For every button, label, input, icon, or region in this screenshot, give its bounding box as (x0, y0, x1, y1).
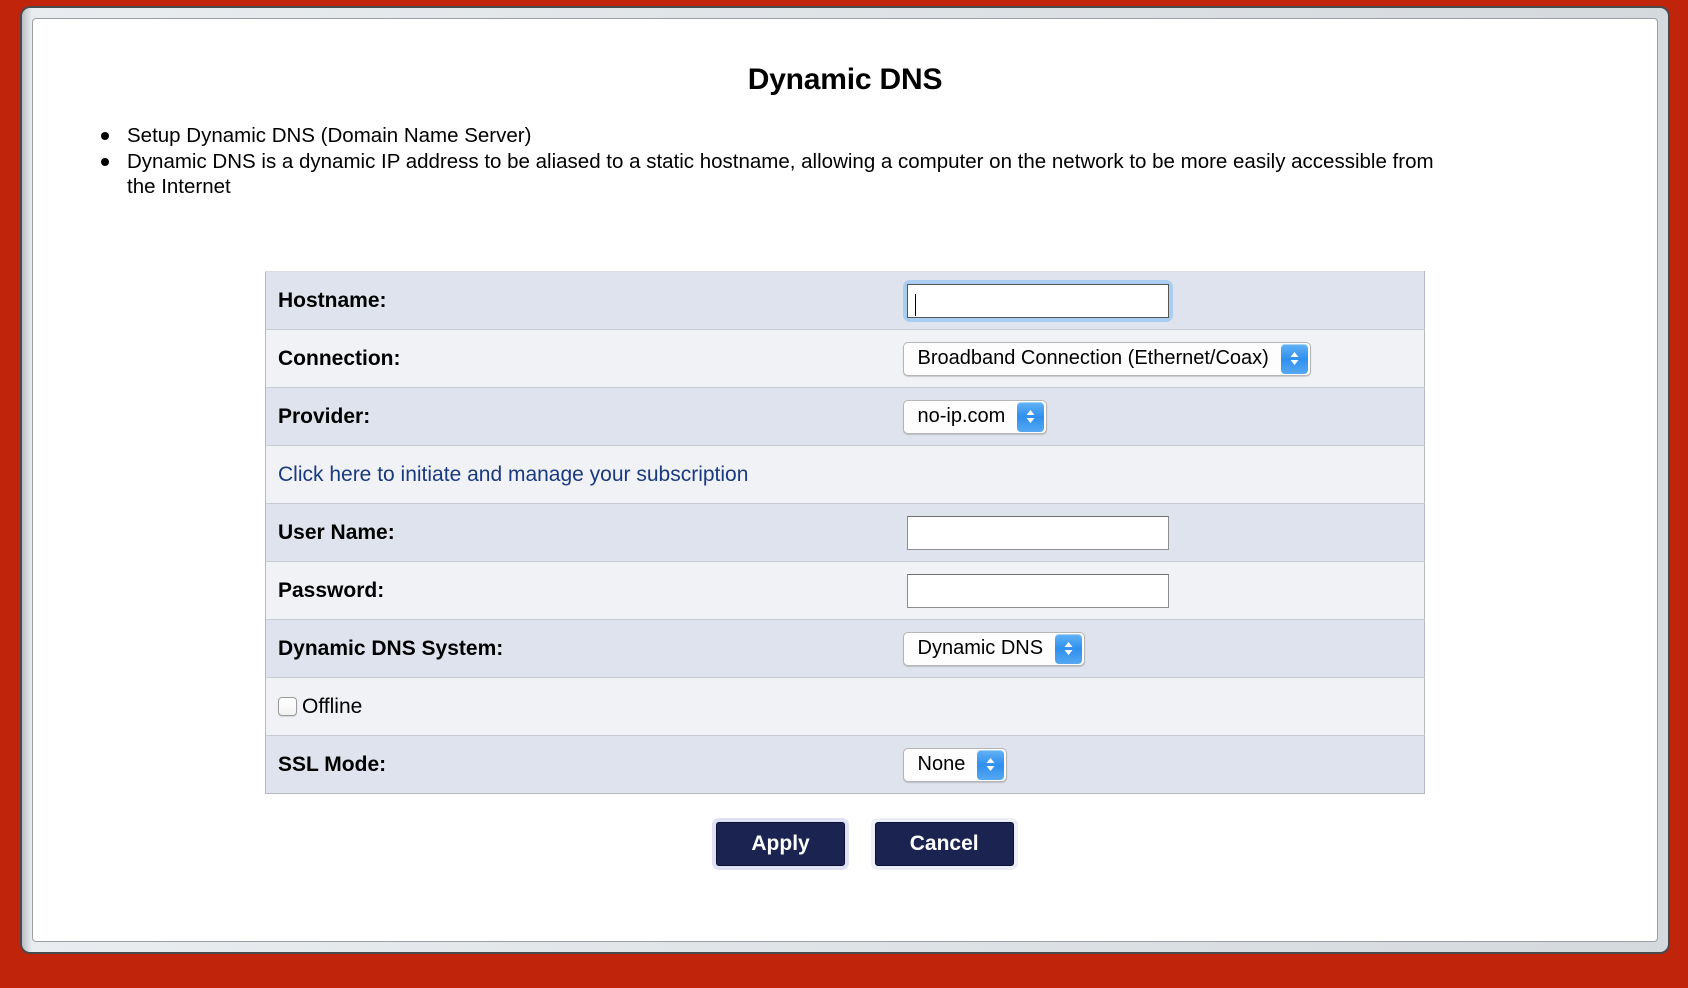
chevron-updown-icon[interactable] (1280, 343, 1308, 374)
cancel-focus-ring: Cancel (870, 818, 1018, 870)
text-caret (914, 293, 916, 316)
row-offline: Offline (265, 677, 1425, 736)
ssl-mode-label-cell: SSL Mode: (265, 735, 891, 794)
dns-system-label: Dynamic DNS System: (278, 636, 504, 660)
hostname-label: Hostname: (278, 288, 387, 312)
provider-label-cell: Provider: (265, 387, 891, 446)
dns-system-control-cell: Dynamic DNS (890, 619, 1425, 678)
password-label: Password: (278, 578, 385, 602)
row-password: Password: (265, 561, 1425, 620)
user-name-input[interactable] (906, 515, 1169, 550)
provider-label: Provider: (278, 404, 371, 428)
user-name-label-cell: User Name: (265, 503, 891, 562)
password-control-cell (890, 561, 1425, 620)
connection-label: Connection: (278, 346, 401, 370)
hostname-label-cell: Hostname: (265, 271, 891, 330)
row-dns-system: Dynamic DNS System: Dynamic DNS (265, 619, 1425, 678)
offline-checkbox[interactable] (278, 697, 297, 716)
row-user-name: User Name: (265, 503, 1425, 562)
ssl-mode-control-cell: None (890, 735, 1425, 794)
chevron-updown-icon[interactable] (1055, 633, 1083, 664)
dns-system-select-value: Dynamic DNS (917, 637, 1044, 659)
password-label-cell: Password: (265, 561, 891, 620)
subscription-link-cell: Click here to initiate and manage your s… (265, 445, 1425, 504)
form-button-bar: Apply Cancel (265, 818, 1425, 870)
page-title: Dynamic DNS (747, 63, 943, 96)
browser-window-frame: Dynamic DNS Setup Dynamic DNS (Domain Na… (20, 6, 1670, 954)
provider-control-cell: no-ip.com (890, 387, 1425, 446)
connection-label-cell: Connection: (265, 329, 891, 388)
ssl-mode-select-value: None (917, 753, 966, 775)
intro-bullet-2: Dynamic DNS is a dynamic IP address to b… (101, 149, 1457, 199)
apply-button[interactable]: Apply (716, 822, 845, 866)
ssl-mode-select[interactable]: None (902, 747, 1008, 782)
connection-control-cell: Broadband Connection (Ethernet/Coax) (890, 329, 1425, 388)
chevron-updown-icon[interactable] (1017, 401, 1045, 432)
hostname-input-shell (906, 283, 1169, 318)
row-provider: Provider: no-ip.com (265, 387, 1425, 446)
row-ssl-mode: SSL Mode: None (265, 735, 1425, 794)
cancel-button[interactable]: Cancel (874, 822, 1014, 866)
dns-system-label-cell: Dynamic DNS System: (265, 619, 891, 678)
dns-system-select[interactable]: Dynamic DNS (902, 631, 1086, 666)
provider-select-value: no-ip.com (917, 405, 1006, 427)
intro-bullet-list: Setup Dynamic DNS (Domain Name Server) D… (85, 123, 1613, 199)
provider-select[interactable]: no-ip.com (902, 399, 1048, 434)
intro-bullet-1: Setup Dynamic DNS (Domain Name Server) (101, 123, 1457, 148)
connection-select-value: Broadband Connection (Ethernet/Coax) (917, 347, 1269, 369)
connection-select[interactable]: Broadband Connection (Ethernet/Coax) (902, 341, 1311, 376)
row-hostname: Hostname: (265, 271, 1425, 330)
subscription-link[interactable]: Click here to initiate and manage your s… (278, 463, 748, 486)
window-content-area: Dynamic DNS Setup Dynamic DNS (Domain Na… (32, 18, 1658, 942)
row-connection: Connection: Broadband Connection (Ethern… (265, 329, 1425, 388)
dynamic-dns-form-table: Hostname: Connection: Broadband Connecti… (265, 271, 1425, 794)
offline-label: Offline (302, 694, 363, 718)
hostname-focus-ring (902, 279, 1173, 322)
password-input[interactable] (906, 573, 1169, 608)
apply-focus-ring: Apply (712, 818, 849, 870)
page-body: Dynamic DNS Setup Dynamic DNS (Domain Na… (33, 19, 1657, 870)
row-subscription-link: Click here to initiate and manage your s… (265, 445, 1425, 504)
offline-cell: Offline (265, 677, 1425, 736)
hostname-input[interactable] (906, 283, 1169, 318)
ssl-mode-label: SSL Mode: (278, 752, 387, 776)
user-name-control-cell (890, 503, 1425, 562)
user-name-label: User Name: (278, 520, 395, 544)
hostname-control-cell (890, 271, 1425, 330)
offline-checkbox-row[interactable]: Offline (266, 695, 1412, 719)
chevron-updown-icon[interactable] (977, 749, 1005, 780)
